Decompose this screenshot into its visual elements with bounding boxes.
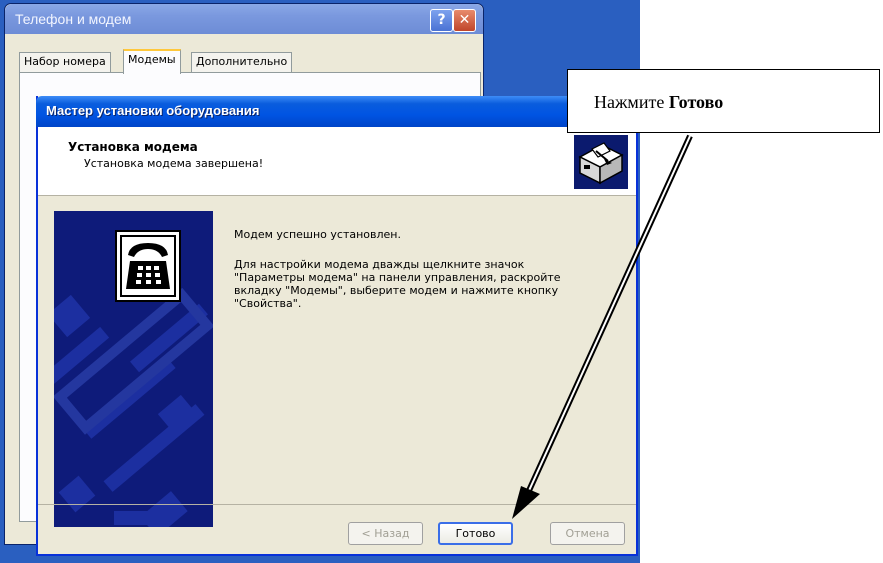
instruction-callout: Нажмите Готово xyxy=(567,69,880,133)
modem-setup-icon xyxy=(574,135,628,189)
phone-modem-title: Телефон и модем xyxy=(15,11,132,27)
header-subtitle: Установка модема завершена! xyxy=(84,157,264,170)
back-button[interactable]: < Назад xyxy=(348,522,423,545)
wizard-title: Мастер установки оборудования xyxy=(46,103,260,118)
wizard-header: Установка модема Установка модема заверш… xyxy=(38,127,636,196)
wizard-titlebar: Мастер установки оборудования xyxy=(36,96,640,127)
telephone-icon xyxy=(115,230,181,302)
hardware-wizard-window: Мастер установки оборудования Установка … xyxy=(36,96,640,556)
cancel-button[interactable]: Отмена xyxy=(550,522,625,545)
tab-dialing[interactable]: Набор номера xyxy=(19,52,111,72)
body-instructions-text: Для настройки модема дважды щелкните зна… xyxy=(234,258,561,310)
callout-prefix: Нажмите xyxy=(594,92,669,112)
button-separator xyxy=(38,504,636,505)
body-success-text: Модем успешно установлен. xyxy=(234,228,401,241)
finish-button[interactable]: Готово xyxy=(438,522,513,545)
help-button[interactable]: ? xyxy=(430,9,453,32)
tab-modems[interactable]: Модемы xyxy=(123,49,181,74)
tab-advanced[interactable]: Дополнительно xyxy=(191,52,293,72)
wizard-side-image xyxy=(54,211,213,527)
close-button[interactable]: ✕ xyxy=(453,9,476,32)
wizard-body-text: Модем успешно установлен. Для настройки … xyxy=(234,228,564,327)
callout-bold: Готово xyxy=(668,92,724,112)
callout-text: Нажмите Готово xyxy=(594,92,723,113)
header-title: Установка модема xyxy=(68,140,198,154)
